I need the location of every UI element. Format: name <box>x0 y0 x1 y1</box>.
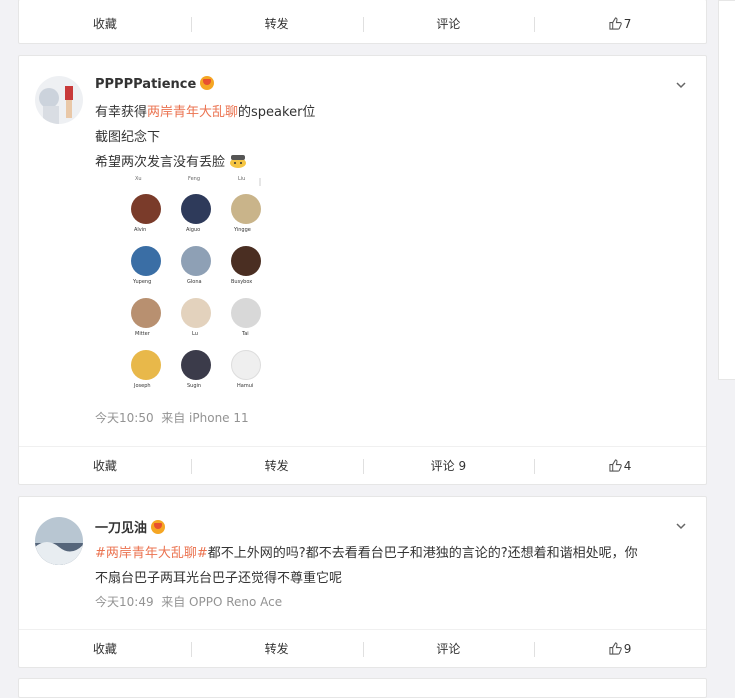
like-button[interactable]: 4 <box>534 447 706 486</box>
text-segment: 的speaker位 <box>238 105 316 120</box>
grid-avatar <box>231 350 261 380</box>
repost-button[interactable]: 转发 <box>190 447 363 486</box>
grid-avatar <box>181 194 211 224</box>
grid-name: Glona <box>187 279 202 285</box>
vip-badge-icon <box>200 76 215 90</box>
post-meta: 今天10:49 来自 OPPO Reno Ace <box>95 593 282 610</box>
repost-button[interactable]: 转发 <box>190 630 363 669</box>
post-card: PPPPPatience 有幸获得两岸青年大乱聊的speaker位 截图纪念下 … <box>18 55 707 485</box>
topic-link[interactable]: 两岸青年大乱聊 <box>147 105 238 120</box>
comment-button[interactable]: 评论 <box>362 5 535 44</box>
grid-avatar <box>131 298 161 328</box>
avatar-image <box>35 517 83 565</box>
chevron-down-icon[interactable] <box>676 521 686 531</box>
post-time[interactable]: 今天10:50 <box>95 411 154 425</box>
grid-name: Aiguo <box>186 227 201 233</box>
topic-link[interactable]: #两岸青年大乱聊# <box>95 546 208 561</box>
vip-badge-icon <box>151 520 166 534</box>
like-count: 9 <box>623 642 632 656</box>
grid-name: Lu <box>192 331 198 337</box>
like-button[interactable]: 9 <box>534 630 706 669</box>
chevron-down-icon[interactable] <box>676 80 686 90</box>
post-text-line: #两岸青年大乱聊#都不上外网的吗?都不去看看台巴子和港独的言论的?还想着和谐相处… <box>95 542 638 561</box>
right-sidebar-panel <box>718 0 735 380</box>
favorite-button[interactable]: 收藏 <box>19 630 191 669</box>
grid-avatar <box>231 246 261 276</box>
grid-top-label: Xu <box>135 176 142 182</box>
action-bar: 收藏 转发 评论 9 <box>19 629 706 669</box>
post-meta: 今天10:50 来自 iPhone 11 <box>95 409 249 426</box>
action-bar: 收藏 转发 评论 9 4 <box>19 446 706 486</box>
post-text-line: 截图纪念下 <box>95 130 161 145</box>
grid-top-label: Feng <box>188 176 201 182</box>
grid-top-label: Liu <box>238 176 246 182</box>
post-source: 来自 OPPO Reno Ace <box>161 595 283 609</box>
post-source: 来自 iPhone 11 <box>161 411 249 425</box>
grid-name: Mitter <box>135 331 150 337</box>
post-image[interactable]: Xu Feng Liu Alvin Aiguo Yingge Yupeng Gl… <box>95 176 265 394</box>
post-text-line: 希望两次发言没有丢脸 <box>95 151 247 170</box>
like-count: 4 <box>623 459 632 473</box>
grid-avatar <box>131 350 161 380</box>
post-text-line: 不扇台巴子两耳光台巴子还觉得不尊重它呢 <box>95 571 343 586</box>
text-segment: 都不上外网的吗?都不去看看台巴子和港独的言论的?还想着和谐相处呢，你 <box>207 546 638 561</box>
embarrassed-emoji-icon <box>230 155 247 168</box>
avatar[interactable] <box>35 76 83 124</box>
thumbs-up-icon <box>609 17 622 30</box>
favorite-button[interactable]: 收藏 <box>19 447 191 486</box>
grid-name: Tai <box>242 331 249 337</box>
grid-avatar <box>181 246 211 276</box>
grid-avatar <box>231 194 261 224</box>
grid-avatar <box>181 350 211 380</box>
username[interactable]: PPPPPatience <box>95 76 215 92</box>
grid-name: Sugin <box>187 383 202 389</box>
like-count: 7 <box>623 17 632 31</box>
post-time[interactable]: 今天10:49 <box>95 595 154 609</box>
grid-avatar <box>131 246 161 276</box>
thumbs-up-icon <box>609 459 622 472</box>
grid-name: Joseph <box>134 383 151 389</box>
repost-button[interactable]: 转发 <box>190 5 363 44</box>
avatar[interactable] <box>35 517 83 565</box>
action-bar: 收藏 转发 评论 7 <box>19 5 706 44</box>
grid-avatar <box>181 298 211 328</box>
grid-name: Yingge <box>234 227 251 233</box>
grid-name: Hamui <box>237 383 254 389</box>
grid-name: Busybox <box>231 279 253 285</box>
top-post-card: 收藏 转发 评论 7 <box>18 0 707 44</box>
thumbs-up-icon <box>609 642 622 655</box>
comment-button[interactable]: 评论 <box>362 630 535 669</box>
avatar-image <box>35 76 83 124</box>
username[interactable]: 一刀见油 <box>95 517 166 536</box>
next-post-card <box>18 678 707 698</box>
post-text-line: 有幸获得两岸青年大乱聊的speaker位 <box>95 101 315 120</box>
grid-avatar <box>231 298 261 328</box>
grid-name: Yupeng <box>133 279 152 285</box>
text-segment: 有幸获得 <box>95 105 148 120</box>
grid-avatar <box>131 194 161 224</box>
grid-name: Alvin <box>134 227 147 233</box>
comment-button[interactable]: 评论 9 <box>362 447 535 486</box>
post-card: 一刀见油 #两岸青年大乱聊#都不上外网的吗?都不去看看台巴子和港独的言论的?还想… <box>18 496 707 668</box>
favorite-button[interactable]: 收藏 <box>19 5 191 44</box>
like-button[interactable]: 7 <box>534 5 706 44</box>
